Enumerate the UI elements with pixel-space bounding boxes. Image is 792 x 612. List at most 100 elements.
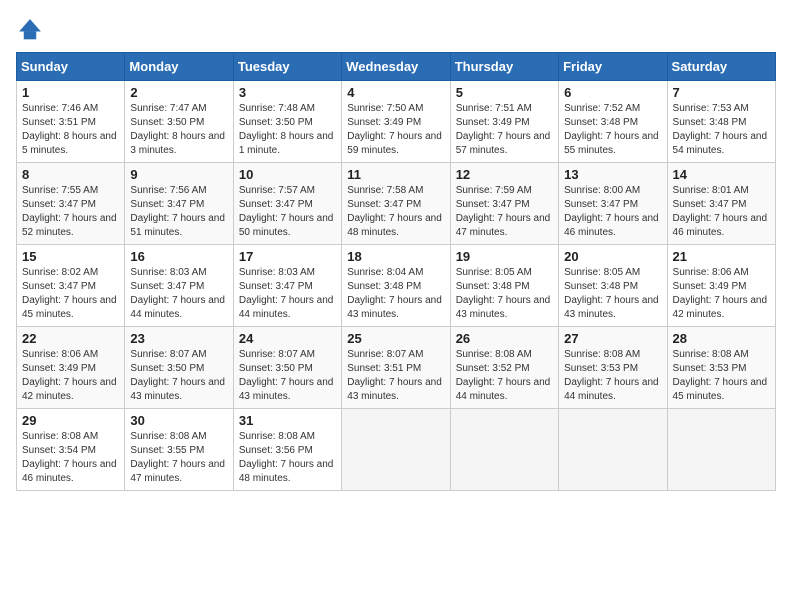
sunset-label: Sunset: 3:52 PM bbox=[456, 363, 530, 374]
sunset-label: Sunset: 3:47 PM bbox=[130, 199, 204, 210]
calendar-cell: 20 Sunrise: 8:05 AM Sunset: 3:48 PM Dayl… bbox=[559, 245, 667, 327]
sunset-label: Sunset: 3:48 PM bbox=[564, 117, 638, 128]
daylight-label: Daylight: 7 hours and 45 minutes. bbox=[673, 377, 768, 402]
day-info: Sunrise: 8:04 AM Sunset: 3:48 PM Dayligh… bbox=[347, 266, 444, 322]
daylight-label: Daylight: 7 hours and 42 minutes. bbox=[22, 377, 117, 402]
daylight-label: Daylight: 7 hours and 50 minutes. bbox=[239, 213, 334, 238]
day-info: Sunrise: 7:56 AM Sunset: 3:47 PM Dayligh… bbox=[130, 184, 227, 240]
sunset-label: Sunset: 3:51 PM bbox=[22, 117, 96, 128]
daylight-label: Daylight: 7 hours and 43 minutes. bbox=[564, 295, 659, 320]
calendar-cell: 26 Sunrise: 8:08 AM Sunset: 3:52 PM Dayl… bbox=[450, 327, 558, 409]
calendar-week-5: 29 Sunrise: 8:08 AM Sunset: 3:54 PM Dayl… bbox=[17, 409, 776, 491]
calendar-cell: 14 Sunrise: 8:01 AM Sunset: 3:47 PM Dayl… bbox=[667, 163, 775, 245]
logo-icon bbox=[16, 16, 44, 44]
sunrise-label: Sunrise: 8:05 AM bbox=[564, 267, 640, 278]
daylight-label: Daylight: 7 hours and 48 minutes. bbox=[347, 213, 442, 238]
logo bbox=[16, 16, 48, 44]
day-info: Sunrise: 7:51 AM Sunset: 3:49 PM Dayligh… bbox=[456, 102, 553, 158]
calendar-table: SundayMondayTuesdayWednesdayThursdayFrid… bbox=[16, 52, 776, 491]
sunset-label: Sunset: 3:47 PM bbox=[130, 281, 204, 292]
sunset-label: Sunset: 3:55 PM bbox=[130, 445, 204, 456]
sunset-label: Sunset: 3:53 PM bbox=[673, 363, 747, 374]
sunrise-label: Sunrise: 7:56 AM bbox=[130, 185, 206, 196]
day-number: 4 bbox=[347, 85, 444, 100]
calendar-cell: 11 Sunrise: 7:58 AM Sunset: 3:47 PM Dayl… bbox=[342, 163, 450, 245]
day-number: 1 bbox=[22, 85, 119, 100]
day-info: Sunrise: 7:47 AM Sunset: 3:50 PM Dayligh… bbox=[130, 102, 227, 158]
day-number: 8 bbox=[22, 167, 119, 182]
calendar-cell: 16 Sunrise: 8:03 AM Sunset: 3:47 PM Dayl… bbox=[125, 245, 233, 327]
sunset-label: Sunset: 3:48 PM bbox=[347, 281, 421, 292]
sunset-label: Sunset: 3:50 PM bbox=[239, 363, 313, 374]
day-number: 17 bbox=[239, 249, 336, 264]
sunrise-label: Sunrise: 8:08 AM bbox=[564, 349, 640, 360]
calendar-cell: 5 Sunrise: 7:51 AM Sunset: 3:49 PM Dayli… bbox=[450, 81, 558, 163]
weekday-header-wednesday: Wednesday bbox=[342, 53, 450, 81]
sunset-label: Sunset: 3:47 PM bbox=[22, 281, 96, 292]
day-number: 23 bbox=[130, 331, 227, 346]
day-info: Sunrise: 8:08 AM Sunset: 3:56 PM Dayligh… bbox=[239, 430, 336, 486]
day-number: 18 bbox=[347, 249, 444, 264]
day-info: Sunrise: 7:48 AM Sunset: 3:50 PM Dayligh… bbox=[239, 102, 336, 158]
daylight-label: Daylight: 7 hours and 52 minutes. bbox=[22, 213, 117, 238]
calendar-week-4: 22 Sunrise: 8:06 AM Sunset: 3:49 PM Dayl… bbox=[17, 327, 776, 409]
sunset-label: Sunset: 3:47 PM bbox=[239, 199, 313, 210]
day-info: Sunrise: 8:07 AM Sunset: 3:51 PM Dayligh… bbox=[347, 348, 444, 404]
daylight-label: Daylight: 7 hours and 43 minutes. bbox=[347, 295, 442, 320]
daylight-label: Daylight: 7 hours and 47 minutes. bbox=[130, 459, 225, 484]
weekday-header-sunday: Sunday bbox=[17, 53, 125, 81]
sunset-label: Sunset: 3:50 PM bbox=[130, 117, 204, 128]
daylight-label: Daylight: 8 hours and 3 minutes. bbox=[130, 131, 225, 156]
calendar-cell bbox=[450, 409, 558, 491]
day-info: Sunrise: 7:55 AM Sunset: 3:47 PM Dayligh… bbox=[22, 184, 119, 240]
day-number: 7 bbox=[673, 85, 770, 100]
day-info: Sunrise: 7:53 AM Sunset: 3:48 PM Dayligh… bbox=[673, 102, 770, 158]
daylight-label: Daylight: 7 hours and 47 minutes. bbox=[456, 213, 551, 238]
daylight-label: Daylight: 7 hours and 43 minutes. bbox=[347, 377, 442, 402]
sunrise-label: Sunrise: 8:06 AM bbox=[22, 349, 98, 360]
day-number: 10 bbox=[239, 167, 336, 182]
day-info: Sunrise: 8:07 AM Sunset: 3:50 PM Dayligh… bbox=[239, 348, 336, 404]
day-number: 15 bbox=[22, 249, 119, 264]
day-number: 29 bbox=[22, 413, 119, 428]
daylight-label: Daylight: 7 hours and 44 minutes. bbox=[239, 295, 334, 320]
sunset-label: Sunset: 3:49 PM bbox=[347, 117, 421, 128]
sunrise-label: Sunrise: 7:50 AM bbox=[347, 103, 423, 114]
sunrise-label: Sunrise: 8:04 AM bbox=[347, 267, 423, 278]
sunrise-label: Sunrise: 8:06 AM bbox=[673, 267, 749, 278]
sunset-label: Sunset: 3:50 PM bbox=[130, 363, 204, 374]
sunset-label: Sunset: 3:49 PM bbox=[673, 281, 747, 292]
daylight-label: Daylight: 7 hours and 44 minutes. bbox=[564, 377, 659, 402]
calendar-cell: 31 Sunrise: 8:08 AM Sunset: 3:56 PM Dayl… bbox=[233, 409, 341, 491]
daylight-label: Daylight: 7 hours and 45 minutes. bbox=[22, 295, 117, 320]
day-info: Sunrise: 7:50 AM Sunset: 3:49 PM Dayligh… bbox=[347, 102, 444, 158]
sunrise-label: Sunrise: 8:02 AM bbox=[22, 267, 98, 278]
calendar-cell: 9 Sunrise: 7:56 AM Sunset: 3:47 PM Dayli… bbox=[125, 163, 233, 245]
day-info: Sunrise: 7:59 AM Sunset: 3:47 PM Dayligh… bbox=[456, 184, 553, 240]
calendar-cell: 30 Sunrise: 8:08 AM Sunset: 3:55 PM Dayl… bbox=[125, 409, 233, 491]
day-info: Sunrise: 8:08 AM Sunset: 3:52 PM Dayligh… bbox=[456, 348, 553, 404]
sunrise-label: Sunrise: 7:59 AM bbox=[456, 185, 532, 196]
daylight-label: Daylight: 7 hours and 55 minutes. bbox=[564, 131, 659, 156]
sunrise-label: Sunrise: 7:52 AM bbox=[564, 103, 640, 114]
sunset-label: Sunset: 3:50 PM bbox=[239, 117, 313, 128]
day-number: 22 bbox=[22, 331, 119, 346]
sunset-label: Sunset: 3:47 PM bbox=[456, 199, 530, 210]
day-number: 31 bbox=[239, 413, 336, 428]
sunset-label: Sunset: 3:47 PM bbox=[673, 199, 747, 210]
day-info: Sunrise: 8:00 AM Sunset: 3:47 PM Dayligh… bbox=[564, 184, 661, 240]
calendar-header-row: SundayMondayTuesdayWednesdayThursdayFrid… bbox=[17, 53, 776, 81]
sunset-label: Sunset: 3:49 PM bbox=[22, 363, 96, 374]
calendar-cell: 13 Sunrise: 8:00 AM Sunset: 3:47 PM Dayl… bbox=[559, 163, 667, 245]
calendar-cell: 17 Sunrise: 8:03 AM Sunset: 3:47 PM Dayl… bbox=[233, 245, 341, 327]
day-info: Sunrise: 8:02 AM Sunset: 3:47 PM Dayligh… bbox=[22, 266, 119, 322]
calendar-cell bbox=[559, 409, 667, 491]
calendar-cell: 12 Sunrise: 7:59 AM Sunset: 3:47 PM Dayl… bbox=[450, 163, 558, 245]
day-number: 6 bbox=[564, 85, 661, 100]
day-info: Sunrise: 8:03 AM Sunset: 3:47 PM Dayligh… bbox=[130, 266, 227, 322]
sunrise-label: Sunrise: 7:53 AM bbox=[673, 103, 749, 114]
day-number: 20 bbox=[564, 249, 661, 264]
calendar-cell bbox=[667, 409, 775, 491]
daylight-label: Daylight: 7 hours and 51 minutes. bbox=[130, 213, 225, 238]
daylight-label: Daylight: 7 hours and 44 minutes. bbox=[456, 377, 551, 402]
